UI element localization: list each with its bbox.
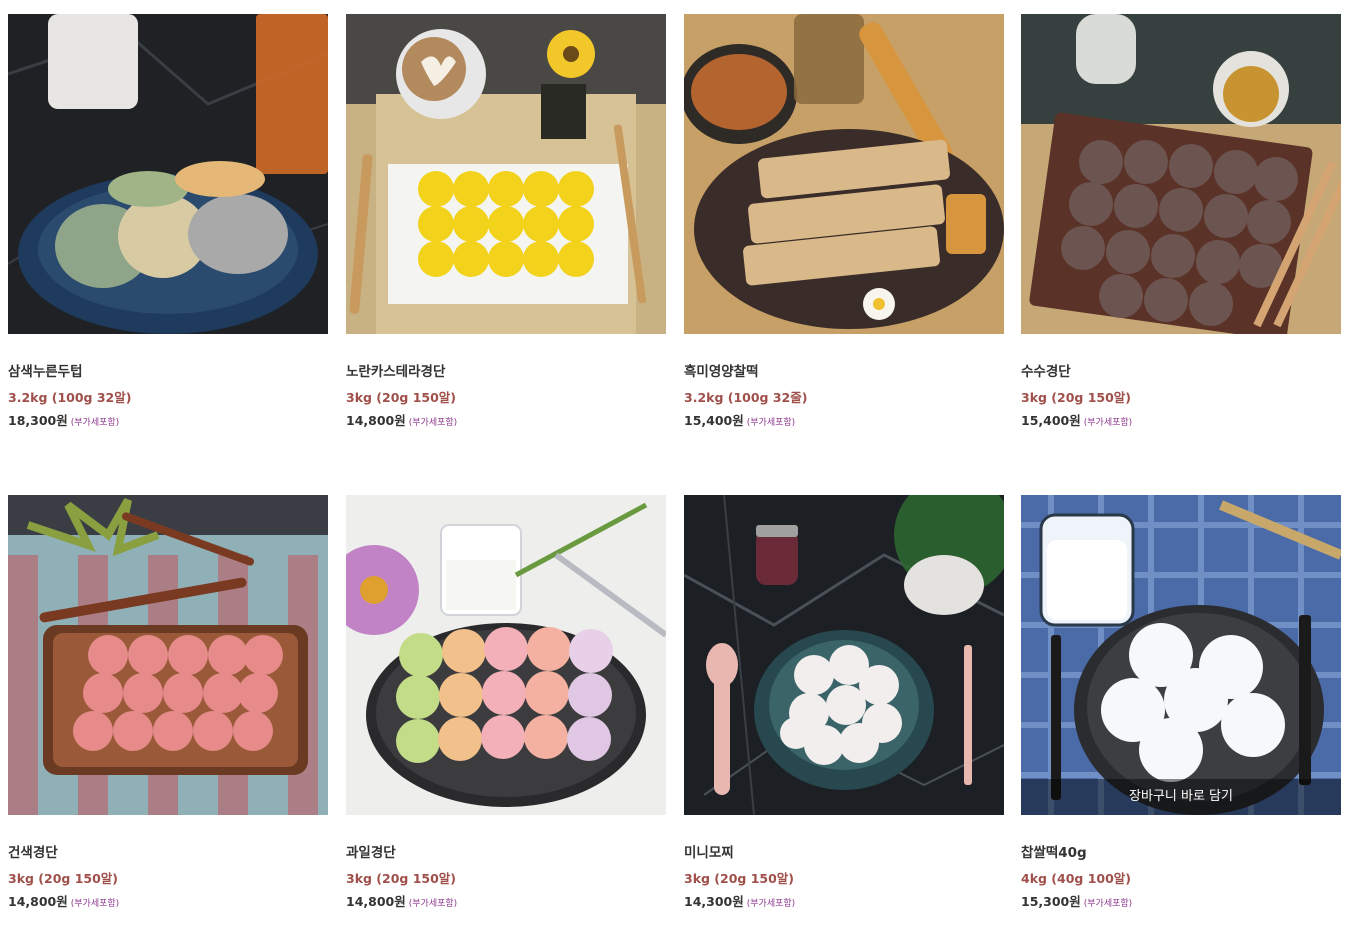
product-name[interactable]: 미니모찌 <box>684 841 734 861</box>
price-value: 14,800원 <box>346 413 406 428</box>
vat-note: (부가세포함) <box>746 899 796 909</box>
product-price: 14,800원 (부가세포함) <box>346 891 457 910</box>
product-name[interactable]: 과일경단 <box>346 841 396 861</box>
price-value: 18,300원 <box>8 413 68 428</box>
product-name[interactable]: 수수경단 <box>1021 360 1071 380</box>
product-spec: 3kg (20g 150알) <box>8 871 119 886</box>
product-name[interactable]: 건색경단 <box>8 841 58 861</box>
product-name[interactable]: 찹쌀떡40g <box>1021 841 1087 861</box>
product-image[interactable] <box>346 495 666 815</box>
vat-note: (부가세포함) <box>1083 418 1133 428</box>
product-image[interactable] <box>684 14 1004 334</box>
product-image[interactable] <box>1021 14 1341 334</box>
price-value: 14,800원 <box>346 894 406 909</box>
product-price: 15,300원 (부가세포함) <box>1021 891 1132 910</box>
product-image[interactable] <box>8 14 328 334</box>
vat-note: (부가세포함) <box>408 418 458 428</box>
product-name[interactable]: 노란카스테라경단 <box>346 360 445 380</box>
product-spec: 3.2kg (100g 32알) <box>8 390 132 405</box>
product-name[interactable]: 삼색누른두텁 <box>8 360 83 380</box>
add-to-cart-overlay[interactable]: 장바구니 바로 담기 <box>1021 779 1341 815</box>
vat-note: (부가세포함) <box>408 899 458 909</box>
product-image[interactable]: 장바구니 바로 담기 <box>1021 495 1341 815</box>
product-spec: 3kg (20g 150알) <box>1021 390 1132 405</box>
product-price: 14,800원 (부가세포함) <box>346 410 457 429</box>
product-spec: 4kg (40g 100알) <box>1021 871 1132 886</box>
product-price: 18,300원 (부가세포함) <box>8 410 119 429</box>
product-price: 14,800원 (부가세포함) <box>8 891 119 910</box>
price-value: 15,300원 <box>1021 894 1081 909</box>
product-price: 15,400원 (부가세포함) <box>684 410 795 429</box>
product-price: 15,400원 (부가세포함) <box>1021 410 1132 429</box>
vat-note: (부가세포함) <box>746 418 796 428</box>
product-spec: 3kg (20g 150알) <box>684 871 795 886</box>
vat-note: (부가세포함) <box>70 418 120 428</box>
price-value: 15,400원 <box>684 413 744 428</box>
product-image[interactable] <box>8 495 328 815</box>
vat-note: (부가세포함) <box>70 899 120 909</box>
product-spec: 3.2kg (100g 32줄) <box>684 390 808 405</box>
product-spec: 3kg (20g 150알) <box>346 871 457 886</box>
product-image[interactable] <box>684 495 1004 815</box>
product-image[interactable] <box>346 14 666 334</box>
price-value: 14,800원 <box>8 894 68 909</box>
product-name[interactable]: 흑미영양찰떡 <box>684 360 759 380</box>
vat-note: (부가세포함) <box>1083 899 1133 909</box>
product-spec: 3kg (20g 150알) <box>346 390 457 405</box>
price-value: 15,400원 <box>1021 413 1081 428</box>
product-price: 14,300원 (부가세포함) <box>684 891 795 910</box>
price-value: 14,300원 <box>684 894 744 909</box>
